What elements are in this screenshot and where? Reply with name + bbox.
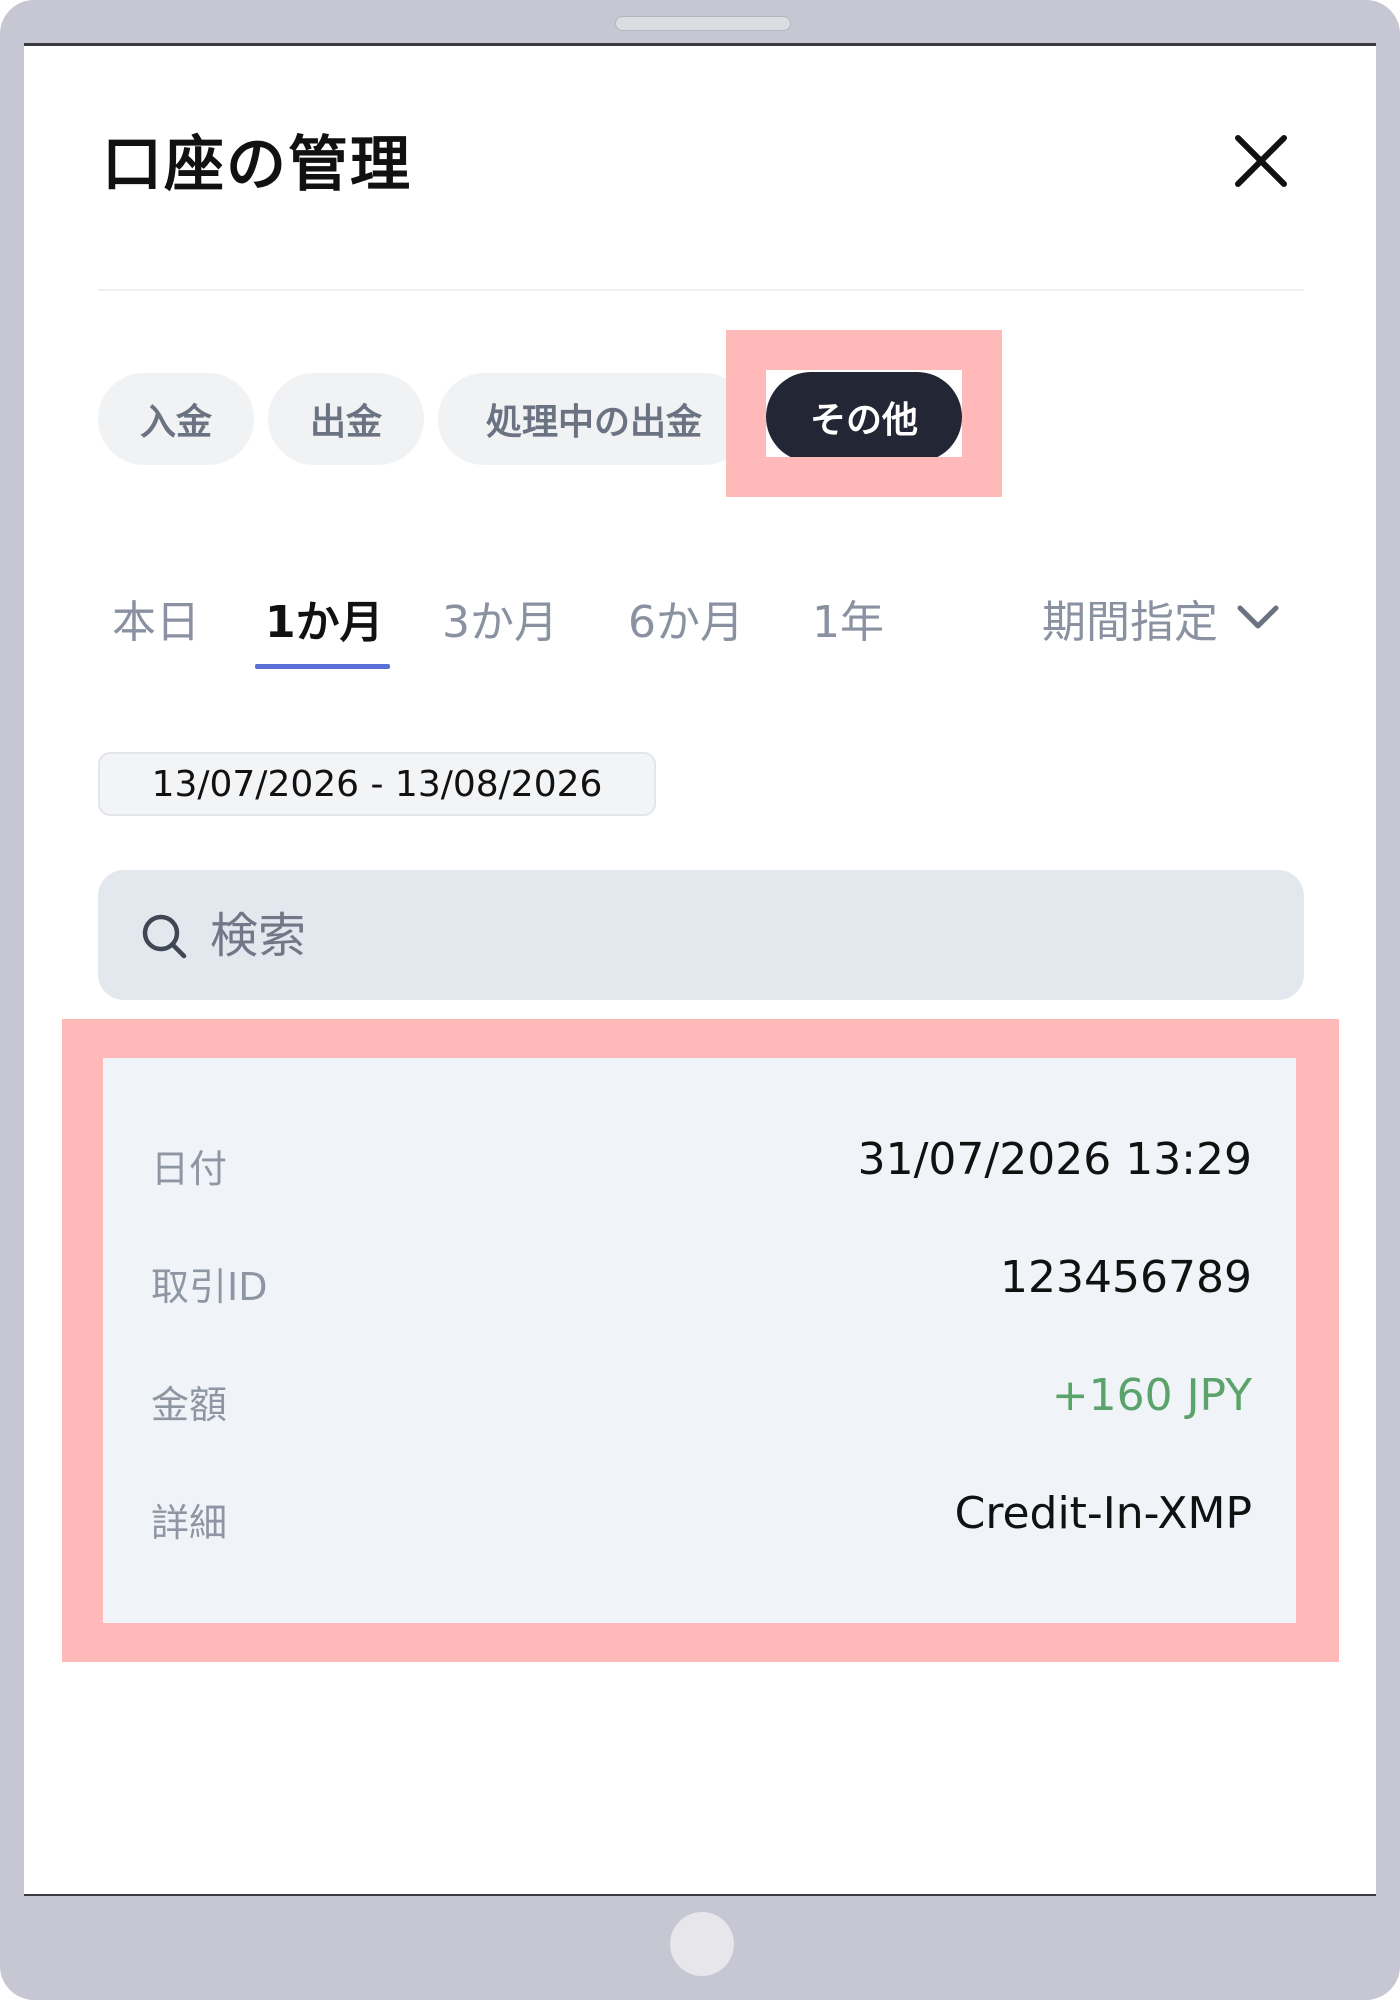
period-3-months[interactable]: 3か月 xyxy=(442,586,558,650)
search-bar[interactable] xyxy=(98,870,1304,1000)
date-value: 31/07/2026 13:29 xyxy=(857,1134,1252,1185)
home-button[interactable] xyxy=(670,1912,734,1976)
active-period-underline xyxy=(255,664,390,669)
tab-withdrawal[interactable]: 出金 xyxy=(268,373,424,465)
custom-period-label: 期間指定 xyxy=(1042,597,1218,648)
tablet-frame: 口座の管理 入金 出金 処理中の出金 その他 本日 1か月 3か月 6か月 1年… xyxy=(0,0,1400,2000)
detail-label: 詳細 xyxy=(151,1501,228,1545)
transaction-card[interactable]: 日付 31/07/2026 13:29 取引ID 123456789 金額 +1… xyxy=(103,1058,1296,1623)
amount-label: 金額 xyxy=(151,1383,228,1427)
speaker-grille xyxy=(615,16,791,31)
header-divider xyxy=(98,289,1304,291)
transaction-id-value: 123456789 xyxy=(1000,1252,1252,1303)
detail-value: Credit-In-XMP xyxy=(954,1488,1252,1539)
close-button[interactable] xyxy=(1226,126,1296,196)
search-icon xyxy=(142,914,187,959)
tab-pending-withdrawal[interactable]: 処理中の出金 xyxy=(438,373,750,465)
account-management-modal: 口座の管理 入金 出金 処理中の出金 その他 本日 1か月 3か月 6か月 1年… xyxy=(24,43,1376,1896)
chevron-down-icon xyxy=(1237,605,1279,629)
period-1-year[interactable]: 1年 xyxy=(812,586,884,650)
period-6-months[interactable]: 6か月 xyxy=(628,586,744,650)
date-label: 日付 xyxy=(151,1147,228,1191)
search-input[interactable] xyxy=(208,898,1272,974)
transaction-id-label: 取引ID xyxy=(151,1265,268,1309)
date-range-badge: 13/07/2026 - 13/08/2026 xyxy=(98,752,656,816)
period-today[interactable]: 本日 xyxy=(112,586,200,650)
amount-value: +160 JPY xyxy=(1051,1370,1252,1421)
period-1-month[interactable]: 1か月 xyxy=(265,586,384,650)
tab-deposit[interactable]: 入金 xyxy=(98,373,254,465)
page-title: 口座の管理 xyxy=(102,130,412,200)
custom-period-dropdown[interactable]: 期間指定 xyxy=(1042,586,1282,650)
tab-other[interactable]: その他 xyxy=(766,372,962,462)
close-icon xyxy=(1235,135,1287,187)
